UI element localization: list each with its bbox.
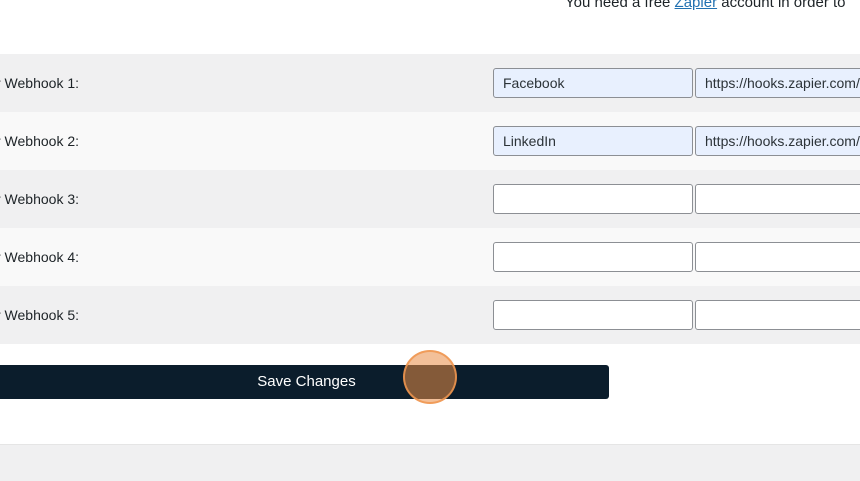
webhook-1-name-input[interactable] — [493, 68, 693, 98]
webhook-row-2: r Webhook 2: — [0, 112, 860, 170]
intro-text-after: account in order to — [717, 0, 846, 11]
webhook-row-1: r Webhook 1: — [0, 54, 860, 112]
webhook-row-5: r Webhook 5: — [0, 286, 860, 344]
webhook-row-4: r Webhook 4: — [0, 228, 860, 286]
zapier-link[interactable]: Zapier — [675, 0, 718, 11]
webhook-label-3: r Webhook 3: — [0, 191, 80, 207]
footer-band — [0, 444, 860, 481]
intro-text-before: You need a free — [565, 0, 675, 11]
webhook-label-1: r Webhook 1: — [0, 75, 80, 91]
webhook-4-name-input[interactable] — [493, 242, 693, 272]
webhook-label-2: r Webhook 2: — [0, 133, 80, 149]
webhook-2-url-input[interactable] — [695, 126, 860, 156]
zapier-intro-text: You need a free Zapier account in order … — [565, 0, 846, 11]
webhook-label-4: r Webhook 4: — [0, 249, 80, 265]
webhook-2-name-input[interactable] — [493, 126, 693, 156]
webhook-1-url-input[interactable] — [695, 68, 860, 98]
webhook-label-5: r Webhook 5: — [0, 307, 80, 323]
webhook-4-url-input[interactable] — [695, 242, 860, 272]
webhook-3-url-input[interactable] — [695, 184, 860, 214]
webhook-3-name-input[interactable] — [493, 184, 693, 214]
settings-page: You need a free Zapier account in order … — [0, 0, 860, 481]
webhook-row-3: r Webhook 3: — [0, 170, 860, 228]
webhook-settings-table: r Webhook 1: r Webhook 2: r Webhook 3: r… — [0, 54, 860, 344]
webhook-5-name-input[interactable] — [493, 300, 693, 330]
webhook-5-url-input[interactable] — [695, 300, 860, 330]
save-changes-button[interactable]: Save Changes — [0, 365, 609, 399]
